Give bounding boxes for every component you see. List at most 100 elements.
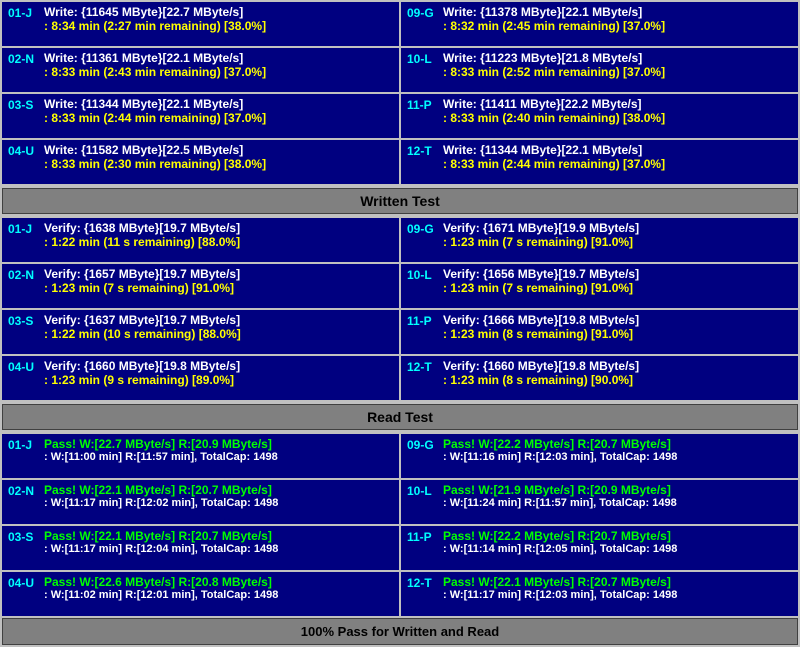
cell-id: 01-J	[8, 438, 40, 452]
cell-left: 03-SWrite: {11344 MByte}[22.1 MByte/s]: …	[2, 94, 399, 138]
cell-right: 09-G Verify: {1671 MByte}[19.9 MByte/s]: …	[401, 218, 798, 262]
grid-row: 03-SPass! W:[22.1 MByte/s] R:[20.7 MByte…	[2, 526, 798, 570]
cell-line1: Write: {11582 MByte}[22.5 MByte/s]	[44, 143, 393, 157]
cell-id: 02-N	[8, 268, 40, 282]
cell-line2: : 1:22 min (11 s remaining) [88.0%]	[44, 235, 393, 249]
cell-line2: : 1:23 min (8 s remaining) [90.0%]	[443, 373, 792, 387]
pass-rows: 01-J Pass! W:[22.7 MByte/s] R:[20.9 MByte…	[2, 434, 798, 616]
cell-id: 03-S	[8, 314, 40, 328]
grid-row: 03-SVerify: {1637 MByte}[19.7 MByte/s]: …	[2, 310, 798, 354]
cell-id: 01-J	[8, 6, 40, 20]
grid-row: 04-U Write: {11582 MByte}[22.5 MByte/s] : …	[2, 140, 798, 184]
cell-line1: Pass! W:[22.1 MByte/s] R:[20.7 MByte/s]	[44, 529, 393, 543]
cell-id: 10-L	[407, 484, 439, 498]
cell-left: 03-SPass! W:[22.1 MByte/s] R:[20.7 MByte…	[2, 526, 399, 570]
cell-line2: : W:[11:14 min] R:[12:05 min], TotalCap:…	[443, 543, 792, 555]
cell-right: 12-TWrite: {11344 MByte}[22.1 MByte/s]: …	[401, 140, 798, 184]
cell-id: 04-U	[8, 144, 40, 158]
cell-line1: Write: {11361 MByte}[22.1 MByte/s]	[44, 51, 393, 65]
cell-left: 01-J Write: {11645 MByte}[22.7 MByte/s]: …	[2, 2, 399, 46]
cell-id: 04-U	[8, 576, 40, 590]
cell-line1: Write: {11344 MByte}[22.1 MByte/s]	[443, 143, 792, 157]
cell-line1: Verify: {1656 MByte}[19.7 MByte/s]	[443, 267, 792, 281]
cell-line1: Verify: {1638 MByte}[19.7 MByte/s]	[44, 221, 393, 235]
write-rows: 01-JWrite: {11645 MByte}[22.7 MByte/s]: …	[2, 2, 798, 184]
cell-line1: Pass! W:[22.2 MByte/s] R:[20.7 MByte/s]	[443, 529, 792, 543]
cell-left: 02-N Verify: {1657 MByte}[19.7 MByte/s]: …	[2, 264, 399, 308]
cell-left: 04-UPass! W:[22.6 MByte/s] R:[20.8 MByte…	[2, 572, 399, 616]
grid-row: 04-UVerify: {1660 MByte}[19.8 MByte/s]: …	[2, 356, 798, 400]
cell-right: 11-PWrite: {11411 MByte}[22.2 MByte/s]: …	[401, 94, 798, 138]
cell-line1: Verify: {1637 MByte}[19.7 MByte/s]	[44, 313, 393, 327]
cell-id: 10-L	[407, 268, 439, 282]
cell-line2: : W:[11:17 min] R:[12:02 min], TotalCap:…	[44, 497, 393, 509]
cell-line1: Verify: {1660 MByte}[19.8 MByte/s]	[443, 359, 792, 373]
cell-line1: Write: {11344 MByte}[22.1 MByte/s]	[44, 97, 393, 111]
write-section: 01-JWrite: {11645 MByte}[22.7 MByte/s]: …	[2, 2, 798, 214]
cell-line2: : 1:23 min (7 s remaining) [91.0%]	[44, 281, 393, 295]
cell-line1: Verify: {1671 MByte}[19.9 MByte/s]	[443, 221, 792, 235]
cell-left: 02-NWrite: {11361 MByte}[22.1 MByte/s]: …	[2, 48, 399, 92]
cell-id: 02-N	[8, 484, 40, 498]
footer: 100% Pass for Written and Read	[2, 618, 798, 645]
cell-id: 12-T	[407, 360, 439, 374]
cell-right: 11-P Verify: {1666 MByte}[19.8 MByte/s]: …	[401, 310, 798, 354]
cell-right: 12-T Pass! W:[22.1 MByte/s] R:[20.7 MByte…	[401, 572, 798, 616]
cell-id: 09-G	[407, 222, 439, 236]
cell-right: 09-G Write: {11378 MByte}[22.1 MByte/s]: …	[401, 2, 798, 46]
cell-line2: : 8:33 min (2:52 min remaining) [37.0%]	[443, 65, 792, 79]
cell-right: 10-L Pass! W:[21.9 MByte/s] R:[20.9 MByte…	[401, 480, 798, 524]
cell-line2: : 8:34 min (2:27 min remaining) [38.0%]	[44, 19, 393, 33]
cell-line2: : W:[11:17 min] R:[12:03 min], TotalCap:…	[443, 589, 792, 601]
cell-line1: Write: {11411 MByte}[22.2 MByte/s]	[443, 97, 792, 111]
pass-section: 01-J Pass! W:[22.7 MByte/s] R:[20.9 MByte…	[2, 434, 798, 616]
cell-line1: Write: {11378 MByte}[22.1 MByte/s]	[443, 5, 792, 19]
grid-row: 01-JVerify: {1638 MByte}[19.7 MByte/s]: …	[2, 218, 798, 262]
cell-line2: : 1:23 min (8 s remaining) [91.0%]	[443, 327, 792, 341]
cell-id: 10-L	[407, 52, 439, 66]
cell-line2: : 8:33 min (2:44 min remaining) [37.0%]	[443, 157, 792, 171]
cell-line2: : W:[11:02 min] R:[12:01 min], TotalCap:…	[44, 589, 393, 601]
cell-left: 04-UWrite: {11582 MByte}[22.5 MByte/s]: …	[2, 140, 399, 184]
grid-row: 02-N Verify: {1657 MByte}[19.7 MByte/s]: …	[2, 264, 798, 308]
cell-line1: Verify: {1657 MByte}[19.7 MByte/s]	[44, 267, 393, 281]
cell-id: 01-J	[8, 222, 40, 236]
verify-rows: 01-JVerify: {1638 MByte}[19.7 MByte/s]: …	[2, 218, 798, 400]
cell-line2: : W:[11:24 min] R:[11:57 min], TotalCap:…	[443, 497, 792, 509]
cell-line2: : W:[11:16 min] R:[12:03 min], TotalCap:…	[443, 451, 792, 463]
cell-line2: : 8:33 min (2:40 min remaining) [38.0%]	[443, 111, 792, 125]
cell-line1: Pass! W:[22.2 MByte/s] R:[20.7 MByte/s]	[443, 437, 792, 451]
cell-line1: Pass! W:[22.7 MByte/s] R:[20.9 MByte/s]	[44, 437, 393, 451]
grid-row: 01-JWrite: {11645 MByte}[22.7 MByte/s]: …	[2, 2, 798, 46]
cell-id: 11-P	[407, 530, 439, 544]
grid-row: 02-NWrite: {11361 MByte}[22.1 MByte/s]: …	[2, 48, 798, 92]
cell-left: 03-S Verify: {1637 MByte}[19.7 MByte/s]: …	[2, 310, 399, 354]
cell-line1: Pass! W:[22.1 MByte/s] R:[20.7 MByte/s]	[443, 575, 792, 589]
cell-line1: Verify: {1660 MByte}[19.8 MByte/s]	[44, 359, 393, 373]
grid-row: 04-UPass! W:[22.6 MByte/s] R:[20.8 MByte…	[2, 572, 798, 616]
cell-id: 04-U	[8, 360, 40, 374]
cell-id: 09-G	[407, 6, 439, 20]
cell-line2: : 8:32 min (2:45 min remaining) [37.0%]	[443, 19, 792, 33]
cell-line1: Verify: {1666 MByte}[19.8 MByte/s]	[443, 313, 792, 327]
cell-id: 09-G	[407, 438, 439, 452]
grid-row: 01-J Pass! W:[22.7 MByte/s] R:[20.9 MByte…	[2, 434, 798, 478]
grid-row: 02-N Pass! W:[22.1 MByte/s] R:[20.7 MByte…	[2, 480, 798, 524]
cell-line2: : W:[11:00 min] R:[11:57 min], TotalCap:…	[44, 451, 393, 463]
cell-id: 11-P	[407, 314, 439, 328]
cell-line2: : 1:23 min (7 s remaining) [91.0%]	[443, 235, 792, 249]
cell-left: 02-N Pass! W:[22.1 MByte/s] R:[20.7 MByte…	[2, 480, 399, 524]
cell-line1: Pass! W:[21.9 MByte/s] R:[20.9 MByte/s]	[443, 483, 792, 497]
cell-id: 12-T	[407, 576, 439, 590]
cell-left: 01-J Pass! W:[22.7 MByte/s] R:[20.9 MByte…	[2, 434, 399, 478]
grid-row: 03-SWrite: {11344 MByte}[22.1 MByte/s]: …	[2, 94, 798, 138]
cell-line2: : 1:22 min (10 s remaining) [88.0%]	[44, 327, 393, 341]
cell-right: 11-P Pass! W:[22.2 MByte/s] R:[20.7 MByte…	[401, 526, 798, 570]
cell-line1: Write: {11223 MByte}[21.8 MByte/s]	[443, 51, 792, 65]
cell-line1: Pass! W:[22.1 MByte/s] R:[20.7 MByte/s]	[44, 483, 393, 497]
main-container: 01-JWrite: {11645 MByte}[22.7 MByte/s]: …	[0, 0, 800, 647]
cell-right: 10-LVerify: {1656 MByte}[19.7 MByte/s]: …	[401, 264, 798, 308]
cell-line1: Write: {11645 MByte}[22.7 MByte/s]	[44, 5, 393, 19]
cell-right: 09-G Pass! W:[22.2 MByte/s] R:[20.7 MByte…	[401, 434, 798, 478]
cell-left: 01-J Verify: {1638 MByte}[19.7 MByte/s]: …	[2, 218, 399, 262]
